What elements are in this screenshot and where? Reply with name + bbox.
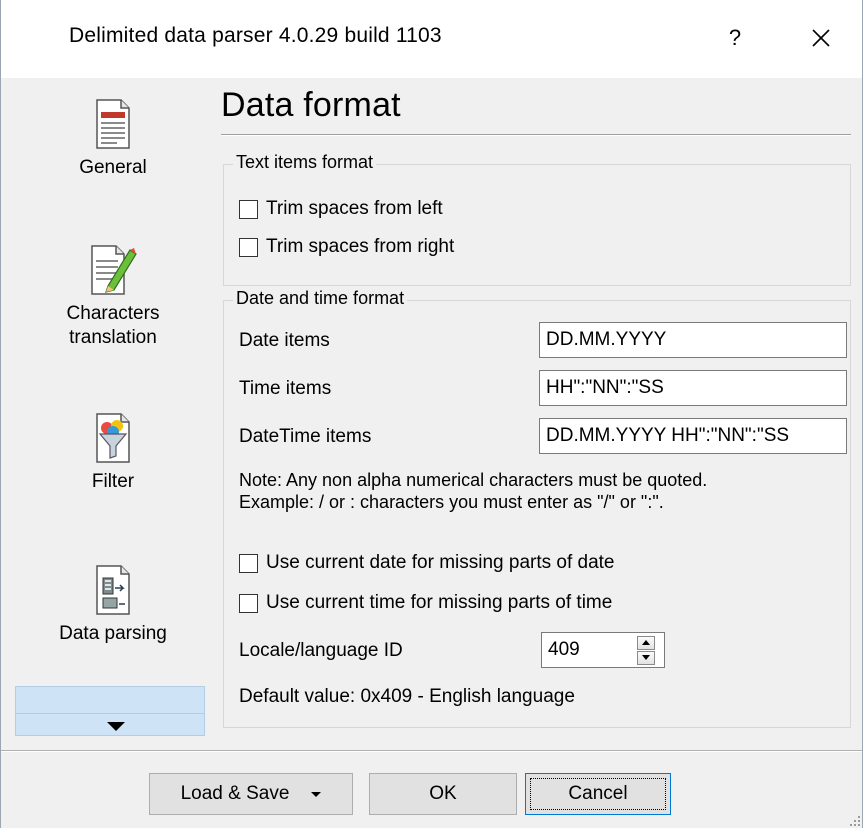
cancel-button[interactable]: Cancel	[525, 773, 671, 815]
sidebar-item-characters-translation[interactable]: Characters translation	[13, 242, 213, 350]
use-current-date-option[interactable]: Use current date for missing parts of da…	[239, 552, 615, 574]
spin-down-button[interactable]	[637, 651, 655, 665]
footer-divider-highlight	[1, 751, 862, 752]
locale-label: Locale/language ID	[239, 640, 403, 661]
arrow-down-icon	[642, 655, 650, 660]
sidebar: General Characters translation Filter Da…	[13, 80, 213, 738]
chevron-down-icon	[311, 791, 322, 797]
locale-input[interactable]	[541, 632, 625, 668]
trim-left-checkbox[interactable]	[239, 199, 258, 219]
date-items-input[interactable]	[539, 322, 847, 358]
close-button[interactable]	[801, 18, 841, 58]
trim-left-option[interactable]: Trim spaces from left	[239, 198, 443, 220]
use-current-date-checkbox[interactable]	[239, 553, 258, 573]
use-current-time-label: Use current time for missing parts of ti…	[266, 592, 613, 613]
chevron-down-icon[interactable]	[107, 722, 125, 731]
sidebar-scroll-divider	[15, 713, 205, 714]
sidebar-item-label: General	[79, 157, 147, 178]
date-time-caption: Date and time format	[233, 288, 408, 309]
sidebar-item-label: Filter	[91, 471, 135, 492]
title-bar: Delimited data parser 4.0.29 build 1103 …	[1, 0, 862, 78]
sidebar-item-label: Characters translation	[66, 303, 160, 348]
quoting-note: Note: Any non alpha numerical characters…	[239, 470, 708, 490]
funnel-icon	[96, 413, 130, 463]
window-title: Delimited data parser 4.0.29 build 1103	[69, 24, 442, 47]
dialog-window: Delimited data parser 4.0.29 build 1103 …	[0, 0, 863, 828]
sidebar-item-general[interactable]: General	[13, 98, 213, 180]
load-save-label: Load & Save	[180, 783, 290, 804]
sidebar-item-filter[interactable]: Filter	[13, 412, 213, 494]
trim-left-label: Trim spaces from left	[266, 198, 443, 219]
text-items-caption: Text items format	[233, 152, 377, 173]
load-save-button[interactable]: Load & Save	[149, 773, 353, 815]
date-items-label: Date items	[239, 330, 330, 351]
sidebar-item-label: Data parsing	[59, 623, 167, 644]
title-divider-highlight	[221, 135, 851, 136]
use-current-time-checkbox[interactable]	[239, 593, 258, 613]
trim-right-option[interactable]: Trim spaces from right	[239, 236, 454, 258]
sidebar-item-data-parsing[interactable]: Data parsing	[13, 564, 213, 646]
pencil-document-icon	[91, 245, 137, 295]
locale-spinner	[623, 632, 665, 668]
date-time-group	[223, 300, 851, 728]
default-value-text: Default value: 0x409 - English language	[239, 686, 575, 707]
page-title: Data format	[221, 86, 401, 124]
datetime-items-input[interactable]	[539, 418, 847, 454]
trim-right-checkbox[interactable]	[239, 237, 258, 257]
arrow-up-icon	[642, 640, 650, 645]
datetime-items-label: DateTime items	[239, 426, 372, 447]
help-button[interactable]: ?	[715, 18, 755, 58]
resize-grip-icon[interactable]	[849, 815, 861, 827]
ok-button[interactable]: OK	[369, 773, 517, 815]
ok-label: OK	[429, 783, 457, 804]
use-current-date-label: Use current date for missing parts of da…	[266, 552, 615, 573]
focus-rectangle	[530, 778, 666, 810]
quoting-example: Example: / or : characters you must ente…	[239, 492, 664, 512]
parsing-document-icon	[96, 565, 130, 615]
time-items-input[interactable]	[539, 370, 847, 406]
trim-right-label: Trim spaces from right	[266, 236, 455, 257]
time-items-label: Time items	[239, 378, 332, 399]
close-icon	[812, 29, 830, 47]
use-current-time-option[interactable]: Use current time for missing parts of ti…	[239, 592, 612, 614]
spin-up-button[interactable]	[637, 636, 655, 650]
document-icon	[96, 99, 130, 149]
text-items-group	[223, 164, 851, 286]
